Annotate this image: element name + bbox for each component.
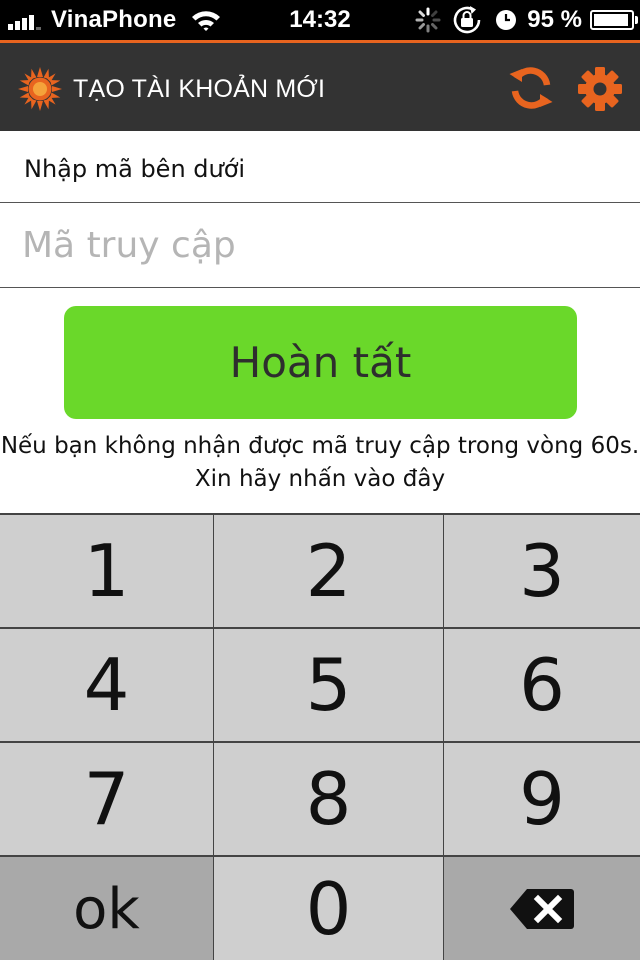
key-7[interactable]: 7 — [0, 743, 213, 855]
wifi-icon — [192, 11, 221, 31]
done-button[interactable]: Hoàn tất — [64, 306, 577, 419]
status-bar: VinaPhone 14:32 95 % — [0, 0, 640, 40]
key-8[interactable]: 8 — [214, 743, 443, 855]
battery-icon — [590, 10, 638, 30]
key-5[interactable]: 5 — [214, 629, 443, 741]
refresh-icon[interactable] — [506, 63, 556, 113]
backspace-key[interactable] — [444, 857, 640, 960]
key-4[interactable]: 4 — [0, 629, 213, 741]
key-ok[interactable]: ok — [0, 857, 213, 960]
resend-text-line2: Xin hãy nhấn vào đây — [194, 466, 446, 492]
key-9[interactable]: 9 — [444, 743, 640, 855]
nav-bar: TẠO TÀI KHOẢN MỚI — [0, 40, 640, 131]
alarm-clock-icon — [496, 10, 517, 30]
resend-code-link[interactable]: Nếu bạn không nhận được mã truy cập tron… — [0, 430, 640, 496]
activity-spinner-icon — [415, 7, 441, 33]
key-6[interactable]: 6 — [444, 629, 640, 741]
key-3[interactable]: 3 — [444, 515, 640, 627]
battery-percent: 95 % — [527, 6, 582, 33]
rotation-lock-icon — [454, 6, 481, 34]
key-1[interactable]: 1 — [0, 515, 213, 627]
instruction-label: Nhập mã bên dưới — [0, 131, 640, 203]
gear-icon[interactable] — [578, 67, 622, 111]
backspace-icon — [510, 889, 574, 929]
carrier-name: VinaPhone — [51, 6, 177, 33]
resend-text-line1: Nếu bạn không nhận được mã truy cập tron… — [0, 433, 640, 459]
page-title: TẠO TÀI KHOẢN MỚI — [73, 75, 326, 103]
sun-logo-icon — [18, 67, 62, 111]
access-code-input[interactable] — [0, 203, 640, 288]
key-2[interactable]: 2 — [214, 515, 443, 627]
key-0[interactable]: 0 — [214, 857, 443, 960]
signal-icon — [8, 10, 43, 30]
battery-fill — [594, 14, 629, 26]
numeric-keypad: 1 2 3 4 5 6 7 8 9 ok 0 — [0, 513, 640, 960]
